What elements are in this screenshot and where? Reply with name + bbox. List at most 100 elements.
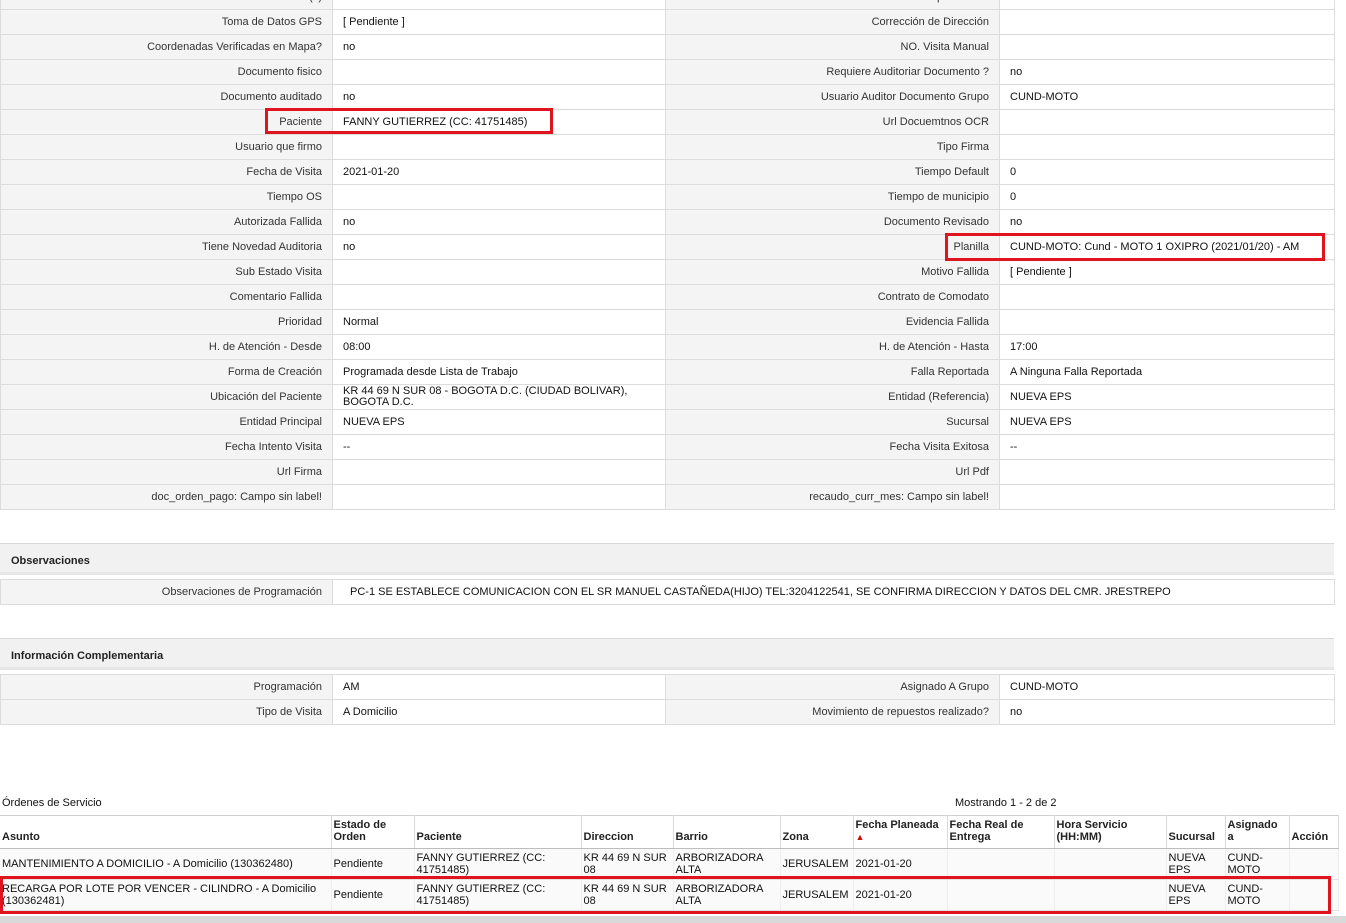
column-header-asignado[interactable]: Asignado a bbox=[1225, 815, 1290, 849]
field-label: Programación bbox=[0, 674, 333, 700]
field-label: Fecha Intento Visita bbox=[0, 434, 333, 460]
cell-estado: Pendiente bbox=[331, 848, 415, 880]
section-header-observaciones: Observaciones bbox=[0, 543, 1334, 575]
field-value bbox=[332, 259, 666, 285]
field-label: Documento fisico bbox=[0, 59, 333, 85]
field-label: Motivo Fallida bbox=[665, 259, 1000, 285]
field-value: AM bbox=[332, 674, 666, 700]
field-label: Tiempo OS bbox=[0, 184, 333, 210]
cell-direccion: KR 44 69 N SUR 08 bbox=[581, 879, 674, 911]
cell-estado: Pendiente bbox=[331, 879, 415, 911]
field-value bbox=[999, 34, 1335, 60]
field-value: FANNY GUTIERREZ (CC: 41751485) bbox=[332, 109, 666, 135]
cell-sucursal: NUEVA EPS bbox=[1166, 848, 1226, 880]
cell-direccion: KR 44 69 N SUR 08 bbox=[581, 848, 674, 880]
field-row: Url Firma Url Pdf bbox=[0, 459, 1335, 485]
cell-fecha-planeada: 2021-01-20 bbox=[853, 848, 948, 880]
field-label: Ubicación del Paciente bbox=[0, 384, 333, 410]
complementaria-grid: Programación AM Asignado A Grupo CUND-MO… bbox=[0, 674, 1335, 725]
field-label: Prioridad bbox=[0, 309, 333, 335]
column-header-sucursal[interactable]: Sucursal bbox=[1166, 815, 1226, 849]
field-value: [ Pendiente ] bbox=[332, 9, 666, 35]
field-value: CUND-MOTO bbox=[999, 84, 1335, 110]
field-label: Fecha Visita Exitosa bbox=[665, 434, 1000, 460]
field-row: Fecha de Visita 2021-01-20 Tiempo Default… bbox=[0, 159, 1335, 185]
field-value bbox=[999, 284, 1335, 310]
column-header-estado[interactable]: Estado de Orden bbox=[331, 815, 415, 849]
observaciones-label: Observaciones de Programación bbox=[0, 579, 333, 605]
field-label: Comentario Fallida bbox=[0, 284, 333, 310]
column-header-hora-servicio[interactable]: Hora Servicio (HH:MM) bbox=[1054, 815, 1167, 849]
field-label: Documento Revisado bbox=[665, 209, 1000, 235]
column-header-fecha-planeada[interactable]: Fecha Planeada ▲ bbox=[853, 815, 948, 849]
orders-title: Órdenes de Servicio bbox=[2, 797, 102, 809]
field-value: 17:00 bbox=[999, 334, 1335, 360]
column-header-barrio[interactable]: Barrio bbox=[673, 815, 781, 849]
field-label: Tipo Firma bbox=[665, 134, 1000, 160]
field-value bbox=[999, 484, 1335, 510]
field-row: Coordenadas Verificadas en Mapa? no NO. V… bbox=[0, 34, 1335, 60]
cell-sucursal: NUEVA EPS bbox=[1166, 879, 1226, 911]
column-header-paciente[interactable]: Paciente bbox=[414, 815, 582, 849]
field-row: Comentario Fallida Contrato de Comodato bbox=[0, 284, 1335, 310]
field-label: Autorizada Fallida bbox=[0, 209, 333, 235]
triangle-up-icon[interactable]: ▲ bbox=[856, 832, 865, 842]
field-value: NUEVA EPS bbox=[999, 409, 1335, 435]
table-row[interactable]: MANTENIMIENTO A DOMICILIO - A Domicilio … bbox=[0, 848, 1339, 880]
field-value: no bbox=[999, 209, 1335, 235]
column-header-zona[interactable]: Zona bbox=[780, 815, 854, 849]
field-row: Autorizada Fallida no Documento Revisado … bbox=[0, 209, 1335, 235]
field-value: no bbox=[332, 209, 666, 235]
field-label: Sub Estado Visita bbox=[0, 259, 333, 285]
field-value bbox=[332, 484, 666, 510]
field-value: -- bbox=[999, 434, 1335, 460]
observaciones-grid: Observaciones de Programación PC-1 SE ES… bbox=[0, 579, 1335, 605]
field-label: Forma de Creación bbox=[0, 359, 333, 385]
cell-hora-servicio bbox=[1054, 848, 1167, 880]
field-label: recaudo_curr_mes: Campo sin label! bbox=[665, 484, 1000, 510]
field-value bbox=[332, 59, 666, 85]
column-header-fecha-real[interactable]: Fecha Real de Entrega bbox=[947, 815, 1055, 849]
field-label: Asignado A Grupo bbox=[665, 674, 1000, 700]
field-row: H. de Atención - Desde 08:00 H. de Atenció… bbox=[0, 334, 1335, 360]
cell-asunto[interactable]: MANTENIMIENTO A DOMICILIO - A Domicilio … bbox=[0, 848, 332, 880]
field-value bbox=[999, 134, 1335, 160]
column-header-direccion[interactable]: Direccion bbox=[581, 815, 674, 849]
table-row[interactable]: RECARGA POR LOTE POR VENCER - CILINDRO -… bbox=[0, 879, 1339, 911]
field-value: -- bbox=[332, 434, 666, 460]
field-row: Toma de Datos GPS[ Pendiente ] Corrección… bbox=[0, 9, 1335, 35]
field-label: Sucursal bbox=[665, 409, 1000, 435]
field-value: [ Pendiente ] bbox=[999, 259, 1335, 285]
cell-zona: JERUSALEM bbox=[780, 848, 854, 880]
field-value bbox=[332, 134, 666, 160]
field-value bbox=[999, 9, 1335, 35]
column-header-asunto[interactable]: Asunto bbox=[0, 815, 332, 849]
field-row: Documento auditado no Usuario Auditor Doc… bbox=[0, 84, 1335, 110]
cell-asignado: CUND-MOTO bbox=[1225, 879, 1290, 911]
field-label: H. de Atención - Hasta bbox=[665, 334, 1000, 360]
field-value: NUEVA EPS bbox=[332, 409, 666, 435]
cell-fecha-planeada: 2021-01-20 bbox=[853, 879, 948, 911]
field-label: Evidencia Fallida bbox=[665, 309, 1000, 335]
cell-barrio: ARBORIZADORA ALTA bbox=[673, 848, 781, 880]
cell-asunto[interactable]: RECARGA POR LOTE POR VENCER - CILINDRO -… bbox=[0, 879, 332, 911]
field-label: Entidad (Referencia) bbox=[665, 384, 1000, 410]
cell-fecha-real bbox=[947, 879, 1055, 911]
horizontal-scrollbar[interactable] bbox=[0, 916, 1346, 923]
field-label: Documento auditado bbox=[0, 84, 333, 110]
field-value bbox=[999, 109, 1335, 135]
field-row: Documento fisico Requiere Auditoriar Docu… bbox=[0, 59, 1335, 85]
field-label: H. de Atención - Desde bbox=[0, 334, 333, 360]
field-row: Usuario que firmo Tipo Firma bbox=[0, 134, 1335, 160]
field-row: Fecha Intento Visita -- Fecha Visita Exit… bbox=[0, 434, 1335, 460]
field-value bbox=[999, 459, 1335, 485]
cell-asignado: CUND-MOTO bbox=[1225, 848, 1290, 880]
field-value: CUND-MOTO bbox=[999, 674, 1335, 700]
field-value bbox=[999, 309, 1335, 335]
column-header-accion[interactable]: Acción bbox=[1289, 815, 1339, 849]
cell-accion bbox=[1289, 848, 1339, 880]
field-label: Tiempo de municipio bbox=[665, 184, 1000, 210]
field-value: A Domicilio bbox=[332, 699, 666, 725]
field-label: Contrato de Comodato bbox=[665, 284, 1000, 310]
field-value: no bbox=[999, 699, 1335, 725]
